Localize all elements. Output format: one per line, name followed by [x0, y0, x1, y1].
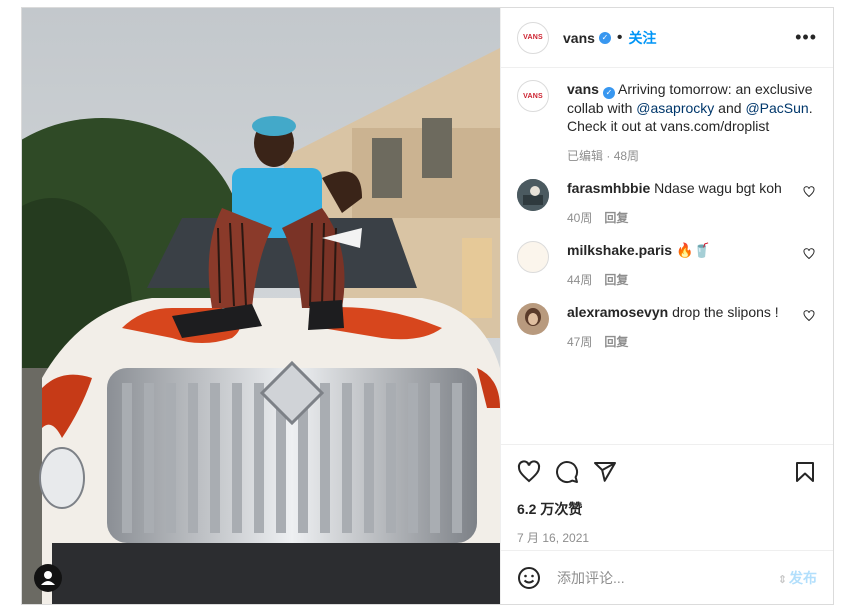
comment-meta: 47周 回复 — [567, 333, 797, 351]
post-button-label: 发布 — [789, 569, 817, 586]
share-icon[interactable] — [593, 460, 617, 484]
timestamp[interactable]: 48周 — [614, 149, 639, 163]
action-bar — [517, 459, 817, 485]
avatar[interactable]: VANS — [517, 80, 549, 112]
user-tag-icon[interactable] — [34, 564, 62, 592]
comment-row: milkshake.paris 🔥🥤 44周 回复 — [517, 241, 817, 289]
post-date[interactable]: 7 月 16, 2021 — [517, 529, 817, 546]
post-image[interactable] — [22, 8, 500, 604]
timestamp[interactable]: 47周 — [567, 335, 592, 349]
reply-button[interactable]: 回复 — [604, 211, 628, 225]
timestamp[interactable]: 44周 — [567, 273, 592, 287]
comment-like-icon[interactable] — [803, 241, 817, 289]
post-comment-button[interactable]: ⇕ 发布 — [778, 568, 817, 588]
comment-username[interactable]: milkshake.paris — [567, 242, 672, 258]
comment-meta: 44周 回复 — [567, 271, 797, 289]
verified-badge-icon: ✓ — [602, 87, 615, 99]
comment-username[interactable]: alexramosevyn — [567, 304, 668, 320]
mention-link[interactable]: @asaprocky — [636, 100, 714, 116]
post-arrows-icon: ⇕ — [777, 573, 787, 586]
avatar[interactable] — [517, 303, 549, 335]
post-actions: 6.2 万次赞 7 月 16, 2021 — [501, 444, 833, 546]
edited-label: 已编辑 — [567, 149, 604, 163]
comment-meta: 40周 回复 — [567, 209, 797, 227]
comment-text: 🔥🥤 — [675, 242, 711, 258]
header-separator: • — [616, 28, 623, 46]
vans-logo: VANS — [523, 92, 543, 100]
comment-text: drop the slipons ! — [672, 304, 779, 320]
comment-icon[interactable] — [555, 460, 579, 484]
mention-link[interactable]: @PacSun — [745, 100, 808, 116]
post-header: VANS vans ✓ • 关注 ••• — [501, 8, 833, 68]
caption-row: VANS vans ✓ Arriving tomorrow: an exclusi… — [517, 80, 817, 165]
heart-icon[interactable] — [517, 460, 541, 484]
avatar[interactable] — [517, 179, 549, 211]
like-count[interactable]: 6.2 万次赞 — [517, 499, 817, 519]
follow-button[interactable]: 关注 — [629, 28, 657, 48]
header-username[interactable]: vans — [563, 30, 595, 46]
bookmark-icon[interactable] — [793, 460, 817, 484]
reply-button[interactable]: 回复 — [604, 273, 628, 287]
post-modal: VANS vans ✓ • 关注 ••• VANS vans ✓ Arriving… — [21, 7, 834, 605]
caption-username[interactable]: vans — [567, 81, 599, 97]
caption-body: vans ✓ Arriving tomorrow: an exclusive co… — [567, 80, 817, 165]
verified-badge-icon: ✓ — [598, 31, 611, 44]
comment-body: alexramosevyn drop the slipons ! 47周 回复 — [567, 303, 797, 351]
comment-row: alexramosevyn drop the slipons ! 47周 回复 — [517, 303, 817, 351]
comment-row: farasmhbbie Ndase wagu bgt koh 40周 回复 — [517, 179, 817, 227]
comments-list: VANS vans ✓ Arriving tomorrow: an exclusi… — [501, 68, 833, 444]
avatar[interactable]: VANS — [517, 21, 549, 54]
post-sidebar: VANS vans ✓ • 关注 ••• VANS vans ✓ Arriving… — [500, 8, 833, 604]
comment-body: milkshake.paris 🔥🥤 44周 回复 — [567, 241, 797, 289]
comment-input[interactable] — [555, 568, 778, 587]
comment-like-icon[interactable] — [803, 179, 817, 227]
comment-like-icon[interactable] — [803, 303, 817, 351]
comment-body: farasmhbbie Ndase wagu bgt koh 40周 回复 — [567, 179, 797, 227]
caption-text: and — [714, 100, 746, 116]
caption-meta: 已编辑 · 48周 — [567, 149, 640, 163]
more-options-icon[interactable]: ••• — [795, 27, 817, 48]
vans-logo: VANS — [523, 34, 543, 41]
reply-button[interactable]: 回复 — [604, 335, 628, 349]
comment-composer: ⇕发布 — [501, 550, 833, 604]
comment-username[interactable]: farasmhbbie — [567, 180, 650, 196]
avatar[interactable] — [517, 241, 549, 273]
comment-text: Ndase wagu bgt koh — [654, 180, 782, 196]
emoji-icon[interactable] — [517, 566, 541, 590]
timestamp[interactable]: 40周 — [567, 211, 592, 225]
